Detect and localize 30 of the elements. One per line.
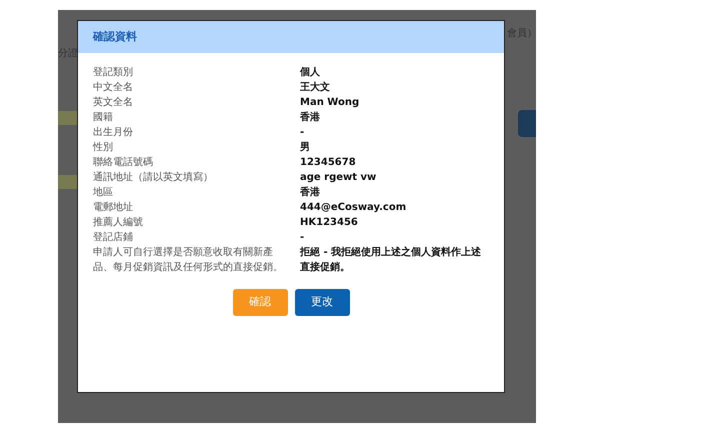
field-label: 登記店鋪 bbox=[93, 230, 134, 245]
field-value: 個人 bbox=[300, 66, 321, 80]
field-label: 中文全名 bbox=[93, 80, 134, 95]
field-label: 聯絡電話號碼 bbox=[93, 156, 154, 170]
field-label: 推薦人編號 bbox=[93, 216, 144, 230]
dialog-title: 確認資料 bbox=[93, 28, 137, 45]
field-label: 英文全名 bbox=[93, 96, 134, 110]
field-value: 12345678 bbox=[300, 156, 357, 170]
field-label: 登記類別 bbox=[93, 66, 134, 80]
field-value: age rgewt vw bbox=[300, 171, 378, 185]
field-value: 香港 bbox=[300, 186, 321, 200]
field-label: 電郵地址 bbox=[93, 200, 134, 215]
field-value: 444@eCosway.com bbox=[300, 201, 408, 215]
field-label: 通訊地址（請以英文填寫） bbox=[93, 170, 214, 185]
field-label: 性別 bbox=[93, 140, 114, 155]
field-label: 國籍 bbox=[93, 111, 114, 125]
field-label: 申請人可自行選擇是否願意收取有關新產品、每月促銷資訊及任何形式的直接促銷。 bbox=[93, 246, 284, 275]
edit-button[interactable]: 更改 bbox=[294, 289, 350, 316]
field-label: 地區 bbox=[93, 186, 114, 200]
background-bar bbox=[58, 175, 77, 189]
background-bar bbox=[58, 111, 77, 125]
field-value: Man Wong bbox=[300, 96, 360, 110]
field-value: HK123456 bbox=[300, 216, 359, 230]
field-value: - bbox=[300, 126, 306, 140]
field-value: - bbox=[300, 231, 306, 245]
field-label: 出生月份 bbox=[93, 126, 134, 140]
field-value: 香港 bbox=[300, 110, 321, 125]
field-value: 王大文 bbox=[300, 80, 331, 95]
field-value: 男 bbox=[300, 140, 311, 155]
field-value: 拒絕 - 我拒絕使用上述之個人資料作上述直接促銷。 bbox=[300, 245, 482, 275]
